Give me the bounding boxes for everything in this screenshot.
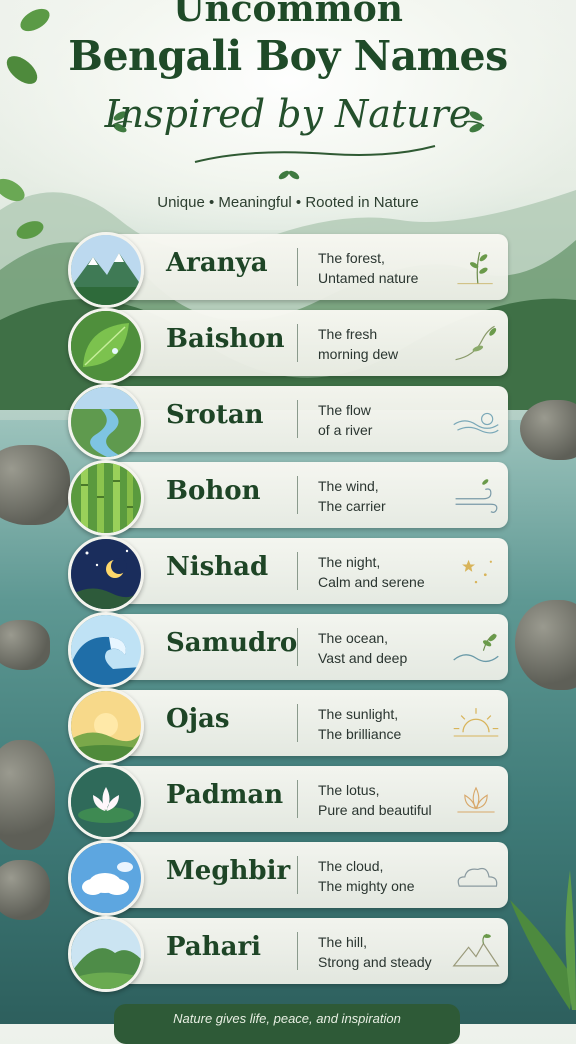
boy-name: Baishon [166, 324, 285, 354]
meaning-line-1: The flow [318, 402, 371, 418]
mountain-outline-icon [452, 933, 500, 967]
name-meaning: The hill, Strong and steady [318, 932, 458, 972]
boy-name: Padman [166, 780, 284, 810]
boy-name: Ojas [166, 704, 230, 734]
meaning-line-2: The brilliance [318, 726, 402, 742]
meaning-line-1: The hill, [318, 934, 368, 950]
meaning-line-1: The wind, [318, 478, 379, 494]
meaning-line-2: Pure and beautiful [318, 802, 432, 818]
name-card: Srotan The flow of a river [66, 384, 508, 460]
hill-icon [68, 916, 144, 992]
meaning-line-2: Untamed nature [318, 270, 419, 286]
name-card: Ojas The sunlight, The brilliance [66, 688, 508, 764]
flourish-underline [194, 145, 436, 163]
sunrise-icon [68, 688, 144, 764]
name-meaning: The fresh morning dew [318, 324, 458, 364]
meaning-line-1: The forest, [318, 250, 385, 266]
divider [297, 628, 298, 666]
meaning-line-2: Calm and serene [318, 574, 425, 590]
foliage-right [510, 870, 576, 1010]
cloud-sky-icon [68, 840, 144, 916]
name-meaning: The night, Calm and serene [318, 552, 458, 592]
meaning-line-2: Vast and deep [318, 650, 408, 666]
footer-banner: Nature gives life, peace, and inspiratio… [114, 1004, 460, 1044]
meaning-line-1: The lotus, [318, 782, 380, 798]
wind-icon [455, 479, 498, 513]
rock [515, 600, 576, 690]
rock [0, 860, 50, 920]
divider [297, 552, 298, 590]
boy-name: Srotan [166, 400, 264, 430]
meaning-line-1: The cloud, [318, 858, 384, 874]
meaning-line-2: The mighty one [318, 878, 415, 894]
meaning-line-1: The night, [318, 554, 381, 570]
mountain-forest-icon [68, 232, 144, 308]
title-line-3: Inspired by Nature [104, 92, 472, 136]
title-line-1: Uncommon [173, 0, 403, 30]
wave-swirl-icon [453, 412, 499, 434]
name-card: Nishad The night, Calm and serene [66, 536, 508, 612]
name-meaning: The forest, Untamed nature [318, 248, 458, 288]
boy-name: Pahari [166, 932, 262, 962]
name-card: Baishon The fresh morning dew [66, 308, 508, 384]
rock [0, 445, 70, 525]
sprig-icon [457, 251, 493, 285]
divider [297, 324, 298, 362]
name-meaning: The lotus, Pure and beautiful [318, 780, 458, 820]
river-icon [68, 384, 144, 460]
tagline: Unique • Meaningful • Rooted in Nature [157, 194, 419, 211]
leaf-ornament-icon [278, 170, 300, 180]
leaf-dew-icon [68, 308, 144, 384]
boy-name: Bohon [166, 476, 261, 506]
rock [520, 400, 576, 460]
name-meaning: The ocean, Vast and deep [318, 628, 458, 668]
name-card: Pahari The hill, Strong and steady [66, 916, 508, 992]
vine-icon [455, 325, 497, 361]
meaning-line-2: Strong and steady [318, 954, 432, 970]
meaning-line-1: The ocean, [318, 630, 389, 646]
cloud-outline-icon [457, 867, 498, 887]
ocean-wave-icon [68, 612, 144, 688]
stars-icon [462, 559, 492, 584]
meaning-line-2: morning dew [318, 346, 399, 362]
lotus-icon [68, 764, 144, 840]
bamboo-icon [68, 460, 144, 536]
name-meaning: The wind, The carrier [318, 476, 458, 516]
name-card: Bohon The wind, The carrier [66, 460, 508, 536]
divider [297, 780, 298, 818]
divider [297, 400, 298, 438]
name-meaning: The flow of a river [318, 400, 458, 440]
title-line-2: Bengali Boy Names [68, 32, 508, 80]
moon-night-icon [68, 536, 144, 612]
divider [297, 856, 298, 894]
boy-name: Nishad [166, 552, 269, 582]
sprig-right-icon [463, 111, 485, 133]
divider [297, 932, 298, 970]
rock [0, 740, 55, 850]
name-meaning: The sunlight, The brilliance [318, 704, 458, 744]
wave-leaf-icon [453, 633, 499, 663]
name-meaning: The cloud, The mighty one [318, 856, 458, 896]
meaning-line-1: The sunlight, [318, 706, 399, 722]
divider [297, 248, 298, 286]
sun-rays-icon [453, 708, 499, 737]
boy-name: Aranya [166, 248, 268, 278]
meaning-line-1: The fresh [318, 326, 378, 342]
rock [0, 620, 50, 670]
lotus-outline-icon [457, 786, 495, 813]
boy-name: Meghbir [166, 856, 291, 886]
meaning-line-2: of a river [318, 422, 373, 438]
name-card: Samudro The ocean, Vast and deep [66, 612, 508, 688]
divider [297, 476, 298, 514]
boy-name: Samudro [166, 628, 298, 658]
name-card: Meghbir The cloud, The mighty one [66, 840, 508, 916]
name-card: Padman The lotus, Pure and beautiful [66, 764, 508, 840]
divider [297, 704, 298, 742]
meaning-line-2: The carrier [318, 498, 386, 514]
name-card: Aranya The forest, Untamed nature [66, 232, 508, 308]
